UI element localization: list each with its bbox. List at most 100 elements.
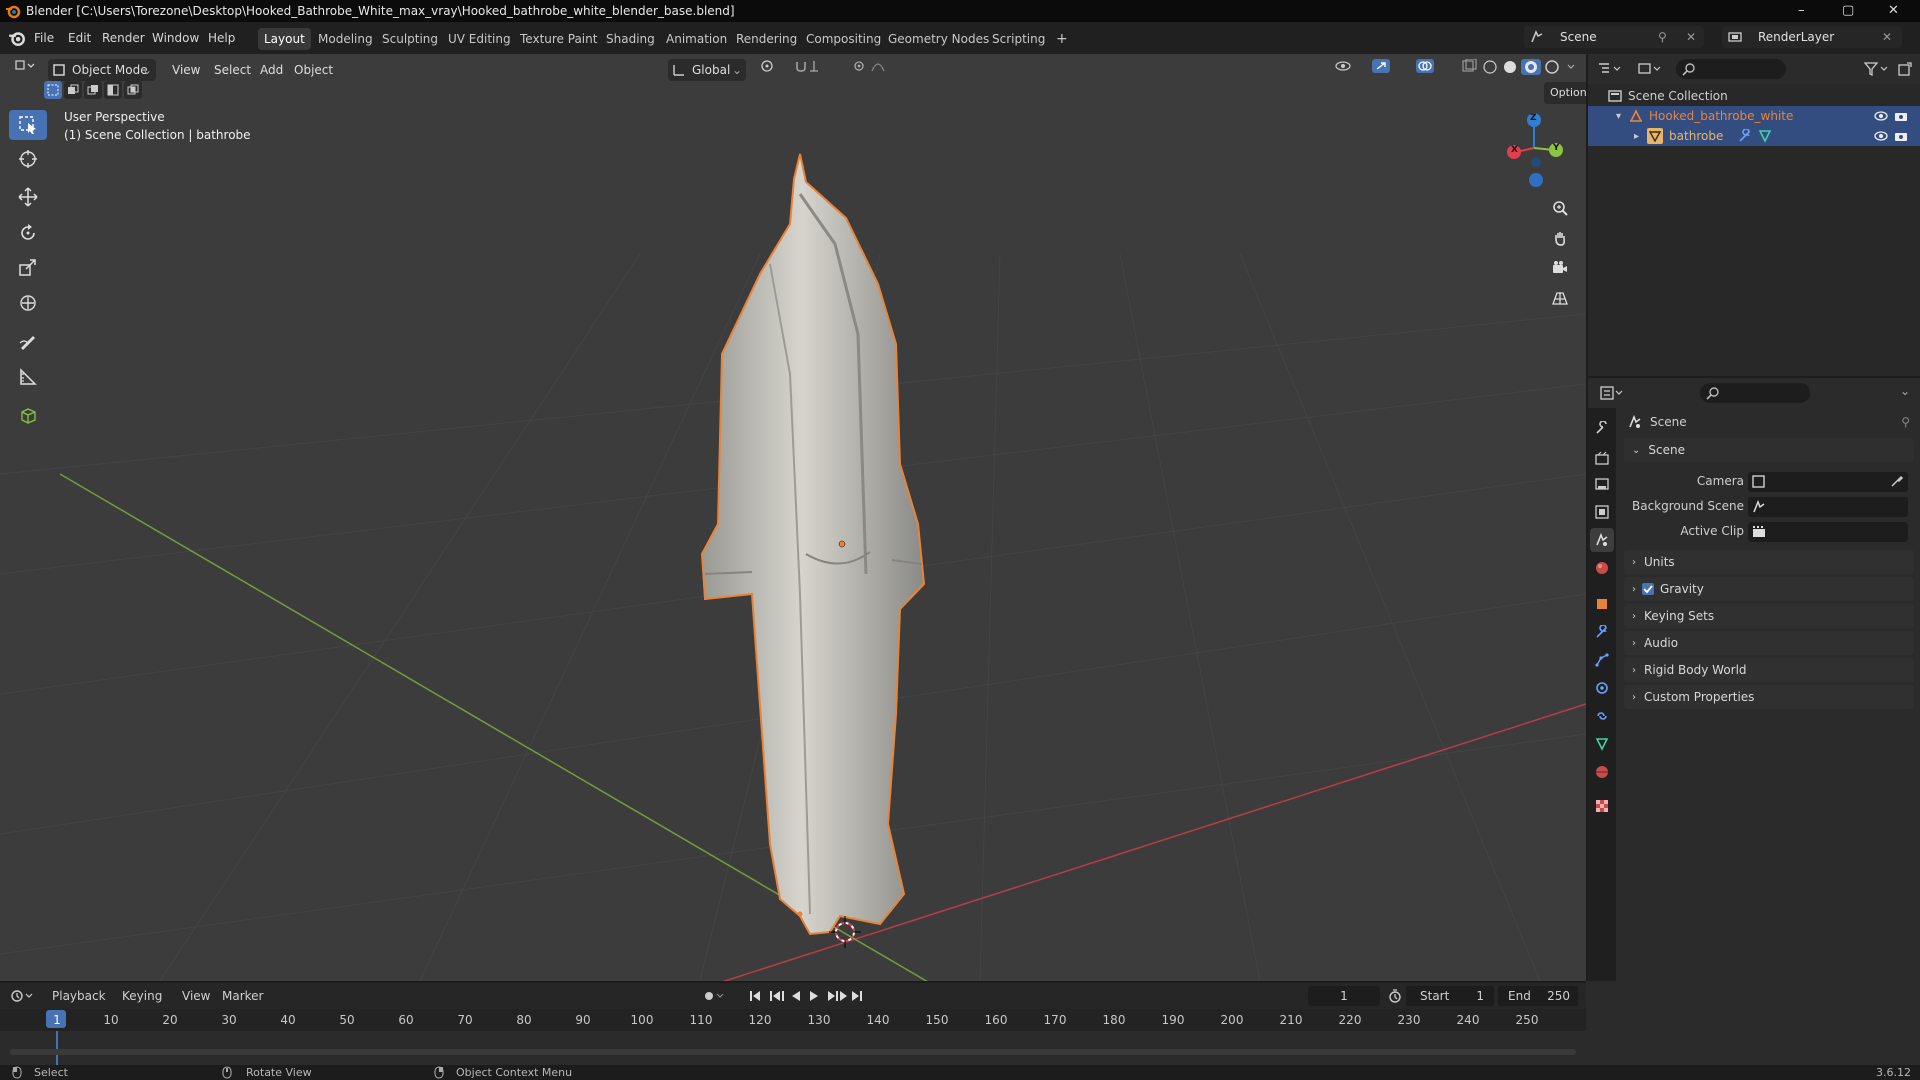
minimize-button[interactable]: –	[1798, 3, 1805, 18]
timeline-scrollbar[interactable]	[10, 1049, 1576, 1055]
pin-icon[interactable]: ⚲	[1658, 26, 1667, 48]
tool-scale[interactable]	[9, 252, 47, 282]
eye-icon[interactable]	[1874, 110, 1888, 122]
start-frame-field[interactable]: Start 1	[1406, 986, 1494, 1006]
render-camera-icon[interactable]	[1894, 110, 1908, 122]
tab-physics-icon[interactable]	[1590, 676, 1614, 700]
timeline-menu-view[interactable]: View	[182, 989, 210, 1003]
blender-menu-icon[interactable]	[8, 29, 26, 47]
background-scene-field[interactable]	[1748, 497, 1908, 517]
timeline-editor-icon[interactable]	[10, 989, 36, 1003]
panel-units[interactable]: › Units	[1624, 550, 1914, 574]
tab-output-icon[interactable]	[1590, 472, 1614, 496]
select-extend-icon[interactable]	[64, 81, 82, 99]
pan-hand-icon[interactable]	[1548, 226, 1572, 250]
tab-layout[interactable]: Layout	[258, 28, 311, 50]
object-mode-dropdown[interactable]: Object Mode ⌄	[48, 59, 156, 81]
properties-search-input[interactable]	[1700, 383, 1810, 403]
pin-icon[interactable]: ⚲	[1901, 415, 1910, 429]
snap-icon[interactable]	[788, 59, 836, 81]
tab-modeling[interactable]: Modeling	[312, 28, 379, 50]
tab-shading[interactable]: Shading	[600, 28, 661, 50]
tab-texture-icon[interactable]	[1590, 794, 1614, 818]
gravity-checkbox[interactable]	[1642, 583, 1654, 595]
close-button[interactable]: ✕	[1888, 3, 1899, 18]
select-new-icon[interactable]	[44, 81, 62, 99]
viewport-menu-add[interactable]: Add	[254, 59, 289, 81]
outliner-item-bathrobe[interactable]: ▸ bathrobe	[1588, 126, 1920, 146]
zoom-icon[interactable]	[1548, 196, 1572, 220]
tab-geometry-nodes[interactable]: Geometry Nodes	[882, 28, 995, 50]
mesh-data-icon[interactable]	[1758, 129, 1772, 143]
menu-window[interactable]: Window	[152, 31, 199, 45]
timeline-menu-playback[interactable]: Playback	[52, 989, 106, 1003]
camera-view-icon[interactable]	[1548, 256, 1572, 280]
tool-transform[interactable]	[9, 288, 47, 318]
outliner-scene-collection[interactable]: Scene Collection	[1588, 86, 1920, 106]
render-layer-close-icon[interactable]: ✕	[1882, 26, 1892, 48]
tool-select-box[interactable]	[9, 110, 47, 140]
eyedropper-icon[interactable]	[1890, 474, 1904, 488]
shading-modes[interactable]	[1476, 59, 1586, 81]
select-invert-icon[interactable]	[104, 81, 122, 99]
timeline-ruler[interactable]: 1 10 20 30 40 50 60 70 80 90 100 110 120…	[0, 1009, 1586, 1031]
maximize-button[interactable]: ▢	[1842, 3, 1854, 18]
tab-tool-icon[interactable]	[1590, 416, 1614, 440]
overlays-toggle-icon[interactable]	[1410, 59, 1456, 81]
tool-move[interactable]	[9, 182, 47, 212]
editor-type-icon[interactable]	[8, 59, 42, 81]
tab-material-icon[interactable]	[1590, 760, 1614, 784]
tool-add-cube[interactable]	[9, 400, 47, 430]
stopwatch-icon[interactable]	[1388, 989, 1402, 1003]
panel-audio[interactable]: › Audio	[1624, 631, 1914, 655]
transform-orientation-dropdown[interactable]: Global ⌄	[668, 59, 746, 81]
tab-view-layer-icon[interactable]	[1590, 500, 1614, 524]
perspective-toggle-icon[interactable]	[1548, 286, 1572, 310]
3d-viewport[interactable]: Object Mode ⌄ View Select Add Object Glo…	[0, 54, 1586, 981]
viewport-menu-view[interactable]: View	[166, 59, 206, 81]
render-layer-selector[interactable]: RenderLayer ✕	[1722, 26, 1902, 48]
end-frame-field[interactable]: End 250	[1498, 986, 1578, 1006]
camera-field[interactable]	[1748, 472, 1908, 492]
scene-selector[interactable]: Scene ⚲ ✕	[1524, 26, 1704, 48]
chevron-down-icon[interactable]: ⌄	[1900, 384, 1910, 398]
tab-rendering[interactable]: Rendering	[730, 28, 803, 50]
panel-rigid-body-world[interactable]: › Rigid Body World	[1624, 658, 1914, 682]
properties-editor-icon[interactable]	[1600, 386, 1626, 400]
scene-close-icon[interactable]: ✕	[1686, 26, 1696, 48]
tool-cursor[interactable]	[9, 144, 47, 174]
add-workspace-button[interactable]: +	[1050, 28, 1074, 50]
menu-file[interactable]: File	[34, 31, 54, 45]
display-mode-icon[interactable]	[1638, 62, 1664, 76]
tab-world-icon[interactable]	[1590, 556, 1614, 580]
gizmo-toggle-icon[interactable]	[1366, 59, 1412, 81]
pivot-point-icon[interactable]	[754, 59, 790, 81]
current-frame-field[interactable]: 1	[1308, 986, 1380, 1006]
viewport-menu-select[interactable]: Select	[208, 59, 257, 81]
tool-annotate[interactable]	[9, 326, 47, 356]
panel-gravity[interactable]: › Gravity	[1624, 577, 1914, 601]
tab-texture-paint[interactable]: Texture Paint	[514, 28, 603, 50]
panel-keying-sets[interactable]: › Keying Sets	[1624, 604, 1914, 628]
tab-scripting[interactable]: Scripting	[986, 28, 1051, 50]
tab-uv-editing[interactable]: UV Editing	[442, 28, 517, 50]
filter-icon[interactable]	[1864, 62, 1890, 76]
outliner-item-hooked-bathrobe-white[interactable]: ▾ Hooked_bathrobe_white	[1588, 106, 1920, 126]
timeline-menu-marker[interactable]: Marker	[222, 989, 263, 1003]
tab-object-icon[interactable]	[1590, 592, 1614, 616]
expand-chevron-icon[interactable]: ▾	[1616, 111, 1621, 122]
tab-animation[interactable]: Animation	[660, 28, 733, 50]
auto-keying-icon[interactable]	[702, 989, 726, 1003]
tool-measure[interactable]	[9, 362, 47, 392]
select-subtract-icon[interactable]	[84, 81, 102, 99]
menu-render[interactable]: Render	[102, 31, 145, 45]
menu-edit[interactable]: Edit	[68, 31, 91, 45]
render-camera-icon[interactable]	[1894, 130, 1908, 142]
options-dropdown[interactable]: Options	[1544, 82, 1586, 104]
tab-scene-icon[interactable]	[1590, 528, 1614, 552]
panel-scene-header[interactable]: ⌄ Scene	[1624, 438, 1914, 462]
tab-sculpting[interactable]: Sculpting	[376, 28, 444, 50]
tool-rotate[interactable]	[9, 218, 47, 248]
tab-data-icon[interactable]	[1590, 732, 1614, 756]
navigation-gizmo[interactable]: Z Y X	[1496, 108, 1576, 188]
